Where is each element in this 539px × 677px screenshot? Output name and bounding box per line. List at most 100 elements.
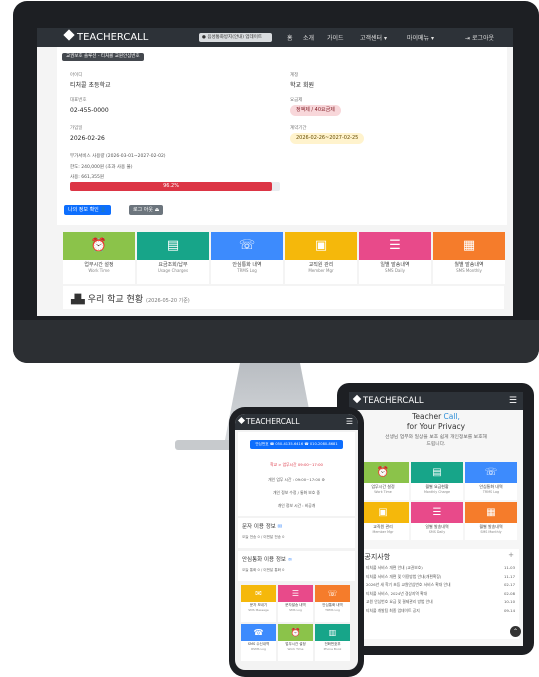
logout-button[interactable]: 로그 아웃 ⏏	[129, 205, 164, 215]
tablet-tile[interactable]: ⏰ 업무시간 설정 Work Time	[357, 462, 409, 500]
desktop-tile-sub: Member Mgr	[308, 268, 334, 273]
usage-used: 사용: 661,355원	[70, 175, 104, 180]
tablet-tile-sub: Work Time	[374, 490, 392, 494]
desktop-tile[interactable]: ▣ 교직원 관리 Member Mgr	[285, 232, 357, 284]
desktop-tile-sub: SMS Monthly	[456, 268, 482, 273]
tablet-tile-caption: 교직원 관리 Member Mgr	[357, 523, 409, 540]
desktop-tile-title: 안심통화 내역	[232, 262, 262, 268]
phone-tile-grid: ✉ 문자 보내기 SMS Message ☰ 문자발송 내역 SMS Log ☏ 안심통화 내…	[241, 585, 352, 667]
tablet-screen: TEACHERCALL ☰ Teacher Call, for Your Pri…	[349, 392, 523, 646]
phone-tile-icon-area: ⏰	[278, 624, 313, 641]
desktop-tile-title: 요금조회/납부	[158, 262, 188, 268]
plan-label: 요금제	[290, 98, 303, 103]
notice-title-text: 공지사항	[364, 553, 391, 561]
notice-item[interactable]: 티처콜 서비스 개편 안내 (교권보호) 11-03	[359, 565, 515, 571]
nav-home[interactable]: 홈	[287, 33, 293, 42]
notice-text: 티처콜 개발팀 최종 업데이트 공지	[366, 607, 420, 613]
phone-tile-icon-area: ▥	[315, 624, 350, 641]
nav-support[interactable]: 고객센터 ▾	[360, 33, 387, 42]
phone-tile[interactable]: ▥ 전화번호부 Phone Book	[315, 624, 350, 661]
desktop-tile[interactable]: ☏ 안심통화 내역 TRMS Log	[211, 232, 283, 284]
status-line: 개인 정보 수정 / 통화 보호 중	[273, 490, 320, 495]
book-icon: ▥	[328, 628, 337, 637]
phone-icon: ☏	[238, 238, 256, 253]
phone-tile-sub: TRMS Log	[325, 608, 340, 612]
phone-tile-sub: RSMS Log	[251, 647, 266, 651]
tablet-tile-icon-area: ▣	[357, 502, 409, 523]
phone-tile-icon-area: ☎	[241, 624, 276, 641]
phone-tile[interactable]: ✉ 문자 보내기 SMS Message	[241, 585, 276, 622]
nav-guide[interactable]: 가이드	[327, 33, 344, 42]
tablet-navbar: TEACHERCALL ☰	[349, 392, 523, 410]
money-icon: ▤	[432, 467, 442, 478]
phone-tile[interactable]: ☏ 안심통화 내역 TRMS Log	[315, 585, 350, 622]
user-card-icon: ▣	[378, 507, 388, 518]
sms-info-card: 문자 이용 정보 ✉ 오늘 전송 0 / 이번달 전송 0	[238, 518, 355, 548]
notice-item[interactable]: 교원 안심번호 요금 및 결제관리 방법 안내 10-10	[359, 599, 515, 605]
personal-time-line[interactable]: 개인 업무 시간 : 09:00~17:00 ⚙	[238, 477, 355, 483]
desktop-tile[interactable]: ⏰ 업무시간 설정 Work Time	[63, 232, 135, 284]
phone-tile[interactable]: ☎ SMS 수신내역 RSMS Log	[241, 624, 276, 661]
desktop-tile[interactable]: ☰ 일별 발송내역 SMS Daily	[359, 232, 431, 284]
notice-item[interactable]: 티처콜 서비스, 2024년 경상지역 확대 02-08	[359, 590, 515, 597]
notice-date: 02-17	[503, 582, 515, 587]
desktop-tile-caption: 업무시간 설정 Work Time	[63, 260, 135, 284]
phone-logo[interactable]: TEACHERCALL	[237, 416, 300, 426]
desktop-tile[interactable]: ▤ 요금조회/납부 Usage Charges	[137, 232, 209, 284]
joined-label: 가입일	[70, 126, 83, 131]
nav-mymenu[interactable]: 마이메뉴 ▾	[407, 33, 434, 42]
phone-navbar: TEACHERCALL ☰	[235, 414, 358, 430]
desktop-logo[interactable]: TEACHERCALL	[63, 29, 149, 43]
desktop-tile-title: 교직원 관리	[308, 262, 334, 268]
notice-text: 2026년 새 학기 초등 교원안심번호 서비스 확대 안내	[366, 582, 451, 587]
type-label: 계정	[290, 73, 299, 78]
notice-date: 02-08	[503, 590, 515, 596]
sms-info-line: 오늘 전송 0 / 이번달 전송 0	[242, 535, 285, 539]
joined-value: 2026-02-26	[70, 135, 105, 142]
hamburger-icon[interactable]: ☰	[509, 396, 517, 406]
notice-item[interactable]: 티처콜 개발팀 최종 업데이트 공지 09-14	[359, 607, 515, 614]
usage-progress-bar: 96.2%	[70, 182, 280, 191]
notice-item[interactable]: 티처콜 서비스 개편 및 이용방법 안내(개편확장) 11-17	[359, 573, 515, 580]
nav-logout[interactable]: ⇥ 로그아웃	[465, 33, 494, 42]
tablet-tile-icon-area: ☏	[465, 462, 517, 483]
desktop-tile-icon-area: ▣	[285, 232, 357, 260]
contract-label: 계약기간	[290, 126, 307, 131]
safe-number-chip: 안심번호 ☎ 050-4135-6416 ☎ 010-2080-8681	[250, 440, 343, 449]
notice-text: 교원 안심번호 요금 및 결제관리 방법 안내	[366, 599, 433, 604]
message-icon: ✉	[255, 589, 262, 598]
hamburger-icon[interactable]: ☰	[346, 417, 353, 426]
phone-tile[interactable]: ☰ 문자발송 내역 SMS Log	[278, 585, 313, 622]
scroll-top-button[interactable]: ⌃	[510, 626, 521, 637]
school-date: (2026-05-20 기준)	[146, 298, 190, 304]
id-value: 티처콜 초등학교	[70, 82, 111, 89]
mail-icon: ✉	[277, 524, 283, 530]
brand-text: TEACHERCALL	[77, 32, 149, 43]
user-card-icon: ▣	[314, 238, 328, 253]
brand-text: TEACHERCALL	[363, 396, 424, 406]
tablet-logo[interactable]: TEACHERCALL	[352, 394, 424, 406]
id-label: 아이디	[70, 73, 83, 78]
nav-about[interactable]: 소개	[303, 33, 314, 42]
desktop-tile-sub: SMS Daily	[385, 268, 405, 273]
desktop-tile-title: 업무시간 설정	[84, 262, 114, 268]
tablet-tile[interactable]: ▣ 교직원 관리 Member Mgr	[357, 502, 409, 540]
monitor-chin	[13, 320, 539, 363]
desktop-tile-icon-area: ☰	[359, 232, 431, 260]
tablet-tile[interactable]: ☏ 안심통화 내역 TRMS Log	[465, 462, 517, 500]
tablet-headline-2: for Your Privacy	[406, 422, 466, 431]
tablet-tile[interactable]: ▦ 월별 발송내역 SMS Monthly	[465, 502, 517, 540]
tablet-tile-grid: ⏰ 업무시간 설정 Work Time ▤ 월별 요금현황 Monthly Charge ☏…	[357, 462, 517, 544]
my-info-button[interactable]: 나의 정보 확인 👤	[64, 205, 111, 215]
tablet-tile[interactable]: ▤ 월별 요금현황 Monthly Charge	[411, 462, 463, 500]
desktop-tile[interactable]: ▦ 월별 발송내역 SMS Monthly	[433, 232, 505, 284]
nav-notice-button[interactable]: ● 음성통화방지(안내) 업데이트	[199, 33, 272, 42]
phone-tile-sub: SMS Log	[289, 608, 302, 612]
alarm-clock-icon: ⏰	[290, 628, 301, 637]
tablet-tile[interactable]: ☰ 일별 발송내역 SMS Daily	[411, 502, 463, 540]
desktop-tile-sub: TRMS Log	[237, 268, 257, 273]
phone-tile[interactable]: ⏰ 업무시간 설정 Work Time	[278, 624, 313, 661]
notice-item[interactable]: 2026년 새 학기 초등 교원안심번호 서비스 확대 안내 02-17	[359, 582, 515, 588]
notice-more-button[interactable]: +	[508, 551, 514, 559]
desktop-tile-icon-area: ▤	[137, 232, 209, 260]
